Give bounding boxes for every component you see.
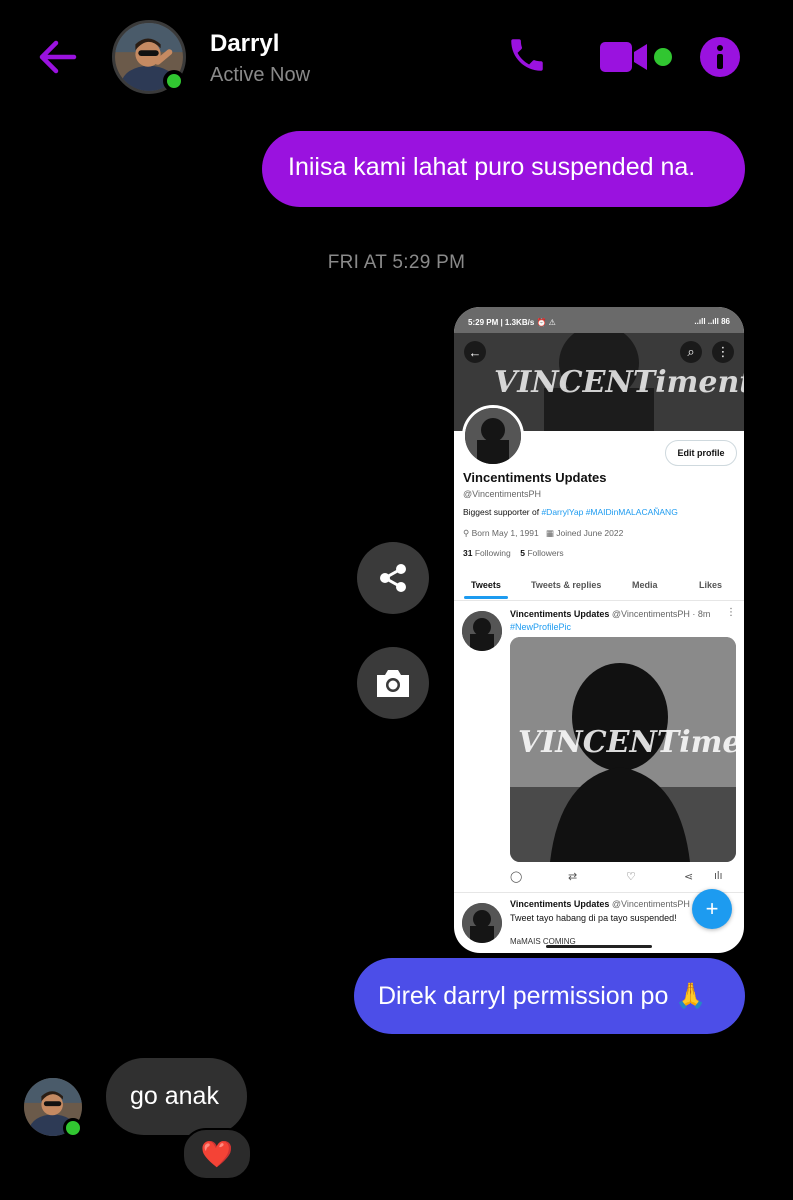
tweet-image-text: VINCENTiments bbox=[518, 725, 736, 760]
sent-message-bubble[interactable]: Iniisa kami lahat puro suspended na. bbox=[262, 131, 745, 207]
phone-icon[interactable] bbox=[506, 34, 548, 76]
home-indicator bbox=[546, 945, 652, 948]
join-date: Joined June 2022 bbox=[556, 528, 624, 538]
bio-hashtags[interactable]: #DarrylYap #MAIDinMALACAÑANG bbox=[541, 507, 677, 517]
tweet-author[interactable]: Vincentiments Updates bbox=[510, 899, 609, 909]
message-timestamp: FRI AT 5:29 PM bbox=[327, 252, 466, 273]
contact-name[interactable]: Darryl bbox=[210, 30, 279, 58]
following-count[interactable]: 31 bbox=[463, 548, 472, 558]
info-icon[interactable] bbox=[698, 35, 742, 79]
back-icon[interactable]: ← bbox=[464, 341, 486, 363]
followers-label[interactable]: Followers bbox=[527, 548, 563, 558]
camera-icon bbox=[377, 670, 409, 697]
status-bar-indicators: ..ıll ..ıll 86 bbox=[694, 317, 730, 326]
location-pin-icon: ⚲ bbox=[463, 528, 470, 538]
attachment-status-bar: 5:29 PM | 1.3KB/s ⏰ ⚠ ..ıll ..ıll 86 bbox=[454, 307, 744, 333]
tweet-image[interactable]: VINCENTiments bbox=[510, 637, 736, 862]
search-icon[interactable]: ⌕ bbox=[680, 341, 702, 363]
followers-count[interactable]: 5 bbox=[520, 548, 525, 558]
video-camera-icon[interactable] bbox=[599, 40, 651, 74]
tab-likes[interactable]: Likes bbox=[699, 580, 722, 590]
tab-tweets-replies[interactable]: Tweets & replies bbox=[531, 580, 601, 590]
back-arrow-icon[interactable] bbox=[36, 36, 78, 78]
tweet-avatar[interactable] bbox=[462, 903, 502, 943]
sent-message-bubble[interactable]: Direk darryl permission po 🙏 bbox=[354, 958, 745, 1034]
profile-tabs: Tweets Tweets & replies Media Likes bbox=[454, 574, 744, 601]
tweet-meta: @VincentimentsPH · 8m bbox=[611, 609, 711, 619]
analytics-icon[interactable]: ılı bbox=[714, 870, 723, 882]
more-options-icon[interactable]: ⋮ bbox=[712, 341, 734, 363]
active-tab-indicator bbox=[464, 596, 508, 599]
tab-media[interactable]: Media bbox=[632, 580, 658, 590]
image-attachment[interactable]: 5:29 PM | 1.3KB/s ⏰ ⚠ ..ıll ..ıll 86 VIN… bbox=[454, 307, 744, 953]
received-message-bubble[interactable]: go anak bbox=[106, 1058, 247, 1135]
reply-icon[interactable]: ◯ bbox=[510, 870, 522, 883]
online-indicator bbox=[63, 1118, 83, 1138]
online-indicator bbox=[163, 70, 185, 92]
status-bar-time: 5:29 PM | 1.3KB/s ⏰ ⚠ bbox=[468, 318, 556, 327]
tweet-header: Vincentiments Updates @VincentimentsPH ·… bbox=[510, 609, 710, 619]
tweet-avatar[interactable] bbox=[462, 611, 502, 651]
profile-display-name: Vincentiments Updates bbox=[463, 470, 607, 485]
like-icon[interactable]: ♡ bbox=[626, 870, 636, 883]
tab-tweets[interactable]: Tweets bbox=[471, 580, 501, 590]
video-active-dot bbox=[654, 48, 672, 66]
profile-meta: ⚲ Born May 1, 1991 ▦ Joined June 2022 bbox=[463, 528, 623, 539]
share-button[interactable] bbox=[357, 542, 429, 614]
tweet-text[interactable]: Tweet tayo habang di pa tayo suspended! bbox=[510, 913, 677, 923]
share-icon bbox=[380, 564, 406, 592]
born-date: Born May 1, 1991 bbox=[471, 528, 539, 538]
bio-prefix: Biggest supporter of bbox=[463, 507, 540, 517]
profile-handle: @VincentimentsPH bbox=[463, 489, 542, 499]
edit-profile-button[interactable]: Edit profile bbox=[665, 440, 737, 466]
retweet-icon[interactable]: ⇄ bbox=[568, 870, 577, 883]
banner-text: VINCENTiments bbox=[494, 365, 744, 400]
camera-button[interactable] bbox=[357, 647, 429, 719]
following-label[interactable]: Following bbox=[475, 548, 511, 558]
profile-avatar-photo bbox=[465, 408, 521, 464]
profile-avatar[interactable] bbox=[462, 405, 524, 467]
calendar-icon: ▦ bbox=[545, 528, 554, 538]
compose-tweet-button[interactable]: + bbox=[692, 889, 732, 929]
share-tweet-icon[interactable]: ⋖ bbox=[684, 870, 693, 883]
profile-bio: Biggest supporter of #DarrylYap #MAIDinM… bbox=[463, 507, 678, 517]
heart-reaction[interactable]: ❤️ bbox=[182, 1128, 252, 1180]
tweet-more-icon[interactable]: ⋮ bbox=[726, 607, 736, 618]
tweet-header: Vincentiments Updates @VincentimentsPH bbox=[510, 899, 690, 909]
tweet-avatar-photo bbox=[462, 611, 502, 651]
tweet-text[interactable]: #NewProfilePic bbox=[510, 622, 571, 632]
follow-stats: 31 Following 5 Followers bbox=[463, 548, 564, 558]
tweet-author[interactable]: Vincentiments Updates bbox=[510, 609, 609, 619]
active-status: Active Now bbox=[210, 64, 311, 86]
tweet-avatar-photo bbox=[462, 903, 502, 943]
tweet-meta: @VincentimentsPH bbox=[611, 899, 690, 909]
